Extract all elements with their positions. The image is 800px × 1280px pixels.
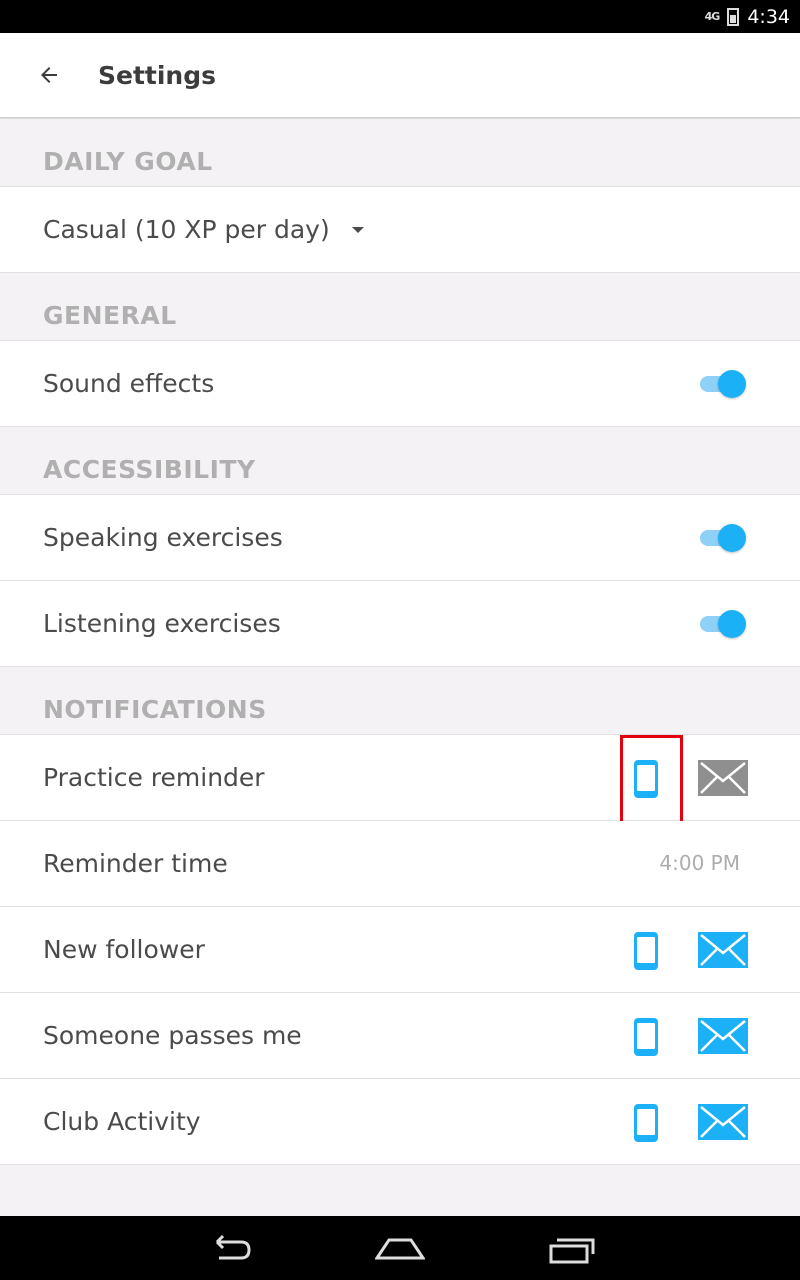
new-follower-row: New follower [0,907,800,993]
someone-passes-me-label: Someone passes me [43,1021,302,1050]
sound-effects-row: Sound effects [0,341,800,427]
email-notification-envelope-icon[interactable] [698,760,748,796]
listening-exercises-label: Listening exercises [43,609,281,638]
system-nav-bar [0,1216,800,1280]
club-activity-row: Club Activity [0,1079,800,1165]
daily-goal-value: Casual (10 XP per day) [43,215,330,244]
reminder-time-value: 4:00 PM [659,851,740,875]
email-notification-envelope-icon[interactable] [698,1104,748,1140]
daily-goal-dropdown[interactable]: Casual (10 XP per day) [0,187,800,273]
club-activity-label: Club Activity [43,1107,201,1136]
back-button[interactable] [0,33,98,118]
practice-reminder-row: Practice reminder [0,735,800,830]
section-header-accessibility: ACCESSIBILITY [0,427,800,495]
phone-screen [637,1109,655,1135]
status-bar: 4G 4:34 [0,0,800,33]
nav-recent-apps-icon[interactable] [547,1232,597,1266]
nav-home-icon[interactable] [375,1232,425,1266]
push-notification-phone-icon[interactable] [634,932,658,970]
sound-effects-label: Sound effects [43,369,215,398]
sound-effects-toggle[interactable] [700,369,746,399]
section-header-daily-goal: DAILY GOAL [0,119,800,187]
listening-exercises-row: Listening exercises [0,581,800,667]
network-signal-icon: 4G [704,10,721,23]
email-notification-envelope-icon[interactable] [698,932,748,968]
nav-back-icon[interactable] [205,1232,255,1266]
battery-icon [727,7,740,26]
settings-list: DAILY GOAL Casual (10 XP per day) GENERA… [0,119,800,1165]
app-bar: Settings [0,33,800,118]
phone-screen [637,765,655,791]
phone-screen [637,937,655,963]
section-header-notifications: NOTIFICATIONS [0,667,800,735]
reminder-time-row[interactable]: Reminder time 4:00 PM [0,821,800,907]
reminder-time-label: Reminder time [43,849,228,878]
phone-screen [637,1023,655,1049]
speaking-exercises-row: Speaking exercises [0,495,800,581]
practice-reminder-label: Practice reminder [43,763,265,792]
page-title: Settings [98,60,217,90]
status-time: 4:34 [747,5,790,28]
speaking-exercises-label: Speaking exercises [43,523,283,552]
push-notification-phone-icon[interactable] [634,1104,658,1142]
someone-passes-me-row: Someone passes me [0,993,800,1079]
toggle-thumb [718,524,746,552]
section-header-general: GENERAL [0,273,800,341]
speaking-exercises-toggle[interactable] [700,523,746,553]
arrow-left-icon [41,67,57,83]
toggle-thumb [718,610,746,638]
dropdown-caret-icon [351,226,364,233]
push-notification-phone-icon[interactable] [634,1018,658,1056]
push-notification-phone-icon[interactable] [620,735,683,830]
toggle-thumb [718,370,746,398]
listening-exercises-toggle[interactable] [700,609,746,639]
email-notification-envelope-icon[interactable] [698,1018,748,1054]
new-follower-label: New follower [43,935,205,964]
